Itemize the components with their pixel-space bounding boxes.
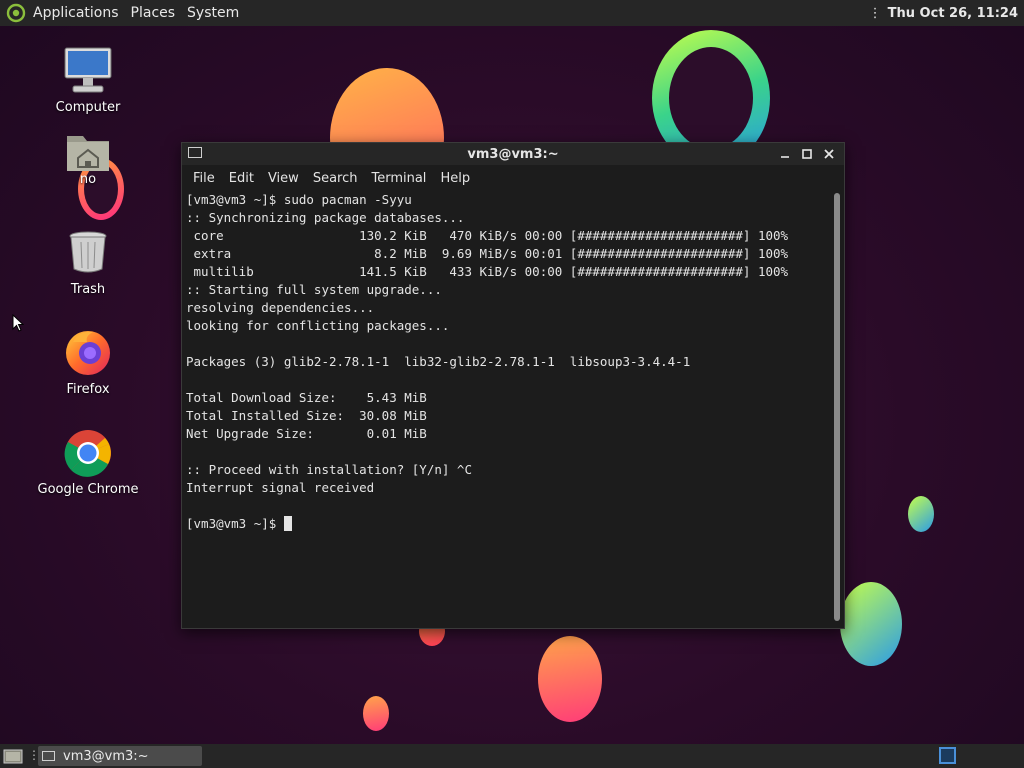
terminal-line: looking for conflicting packages...: [186, 318, 450, 333]
terminal-menubar: File Edit View Search Terminal Help: [182, 165, 844, 191]
system-menu-label: System: [187, 5, 240, 21]
menu-terminal[interactable]: Terminal: [364, 171, 433, 186]
minimize-icon: [781, 156, 789, 158]
wallpaper-bubble: [363, 696, 389, 731]
distro-logo-icon: [6, 3, 26, 23]
minimize-button[interactable]: [776, 145, 794, 163]
desktop-icon-home[interactable]: no: [28, 126, 148, 187]
terminal-line: Interrupt signal received: [186, 480, 375, 495]
maximize-icon: [802, 149, 812, 159]
wallpaper-bubble: [840, 582, 902, 666]
places-menu[interactable]: Places: [125, 0, 182, 26]
terminal-line: resolving dependencies...: [186, 300, 375, 315]
terminal-line: Net Upgrade Size: 0.01 MiB: [186, 426, 427, 441]
terminal-line: multilib 141.5 KiB 433 KiB/s 00:00 [####…: [186, 264, 789, 279]
desktop-icon-label: Computer: [55, 100, 121, 115]
desktop-icon-label: Google Chrome: [37, 482, 139, 497]
terminal-line: Total Download Size: 5.43 MiB: [186, 390, 427, 405]
desktop-icon-firefox[interactable]: Firefox: [28, 326, 148, 397]
workspace-switcher[interactable]: [939, 747, 956, 764]
close-button[interactable]: [820, 145, 838, 163]
window-titlebar[interactable]: vm3@vm3:~: [182, 143, 844, 165]
applications-menu[interactable]: Applications: [0, 0, 125, 26]
show-desktop-icon[interactable]: [3, 747, 23, 765]
terminal-window[interactable]: vm3@vm3:~ File Edit View Search Terminal…: [181, 142, 845, 629]
home-folder-icon: [61, 126, 115, 180]
terminal-line: Packages (3) glib2-2.78.1-1 lib32-glib2-…: [186, 354, 691, 369]
mouse-pointer-icon: [12, 314, 24, 332]
terminal-window-icon: [188, 147, 202, 158]
menu-search[interactable]: Search: [306, 171, 365, 186]
taskbar-item-label: vm3@vm3:~: [63, 748, 149, 764]
text-cursor: [283, 516, 292, 531]
system-menu[interactable]: System: [181, 0, 245, 26]
terminal-task-icon: [42, 751, 55, 761]
top-panel: Applications Places System ⋮ Thu Oct 26,…: [0, 0, 1024, 26]
window-title: vm3@vm3:~: [467, 146, 559, 162]
taskbar-item-terminal[interactable]: vm3@vm3:~: [38, 746, 202, 766]
places-menu-label: Places: [130, 5, 176, 21]
terminal-line: Total Installed Size: 30.08 MiB: [186, 408, 427, 423]
terminal-line: core 130.2 KiB 470 KiB/s 00:00 [########…: [186, 228, 789, 243]
wallpaper-bubble: [538, 636, 602, 722]
terminal-line: :: Starting full system upgrade...: [186, 282, 442, 297]
bottom-panel: ⋮ vm3@vm3:~: [0, 744, 1024, 768]
terminal-prompt: [vm3@vm3 ~]$: [186, 516, 284, 531]
chrome-icon: [61, 426, 115, 480]
wallpaper-bubble: [908, 496, 934, 532]
trash-icon: [61, 226, 115, 280]
terminal-line: [vm3@vm3 ~]$ sudo pacman -Syyu: [186, 192, 412, 207]
desktop-icon-chrome[interactable]: Google Chrome: [28, 426, 148, 497]
panel-separator-icon: ⋮: [868, 5, 882, 21]
terminal-prompt-line: [vm3@vm3 ~]$: [186, 515, 840, 533]
terminal-line: extra 8.2 MiB 9.69 MiB/s 00:01 [########…: [186, 246, 789, 261]
desktop-icon-label: Firefox: [66, 382, 110, 397]
menu-edit[interactable]: Edit: [222, 171, 261, 186]
maximize-button[interactable]: [798, 145, 816, 163]
terminal-line: :: Proceed with installation? [Y/n] ^C: [186, 462, 472, 477]
menu-view[interactable]: View: [261, 171, 306, 186]
terminal-scrollbar[interactable]: [834, 193, 840, 621]
close-icon: [824, 149, 834, 159]
menu-help[interactable]: Help: [433, 171, 477, 186]
clock-label: Thu Oct 26, 11:24: [887, 5, 1018, 21]
menu-file[interactable]: File: [186, 171, 222, 186]
terminal-output[interactable]: [vm3@vm3 ~]$ sudo pacman -Syyu :: Synchr…: [182, 191, 844, 626]
clock[interactable]: ⋮ Thu Oct 26, 11:24: [869, 0, 1018, 26]
applications-menu-label: Applications: [33, 5, 119, 21]
desktop-icon-computer[interactable]: Computer: [28, 44, 148, 115]
firefox-icon: [61, 326, 115, 380]
desktop-icon-label: Trash: [70, 282, 106, 297]
desktop-icon-trash[interactable]: Trash: [28, 226, 148, 297]
computer-icon: [61, 44, 115, 98]
terminal-line: :: Synchronizing package databases...: [186, 210, 465, 225]
